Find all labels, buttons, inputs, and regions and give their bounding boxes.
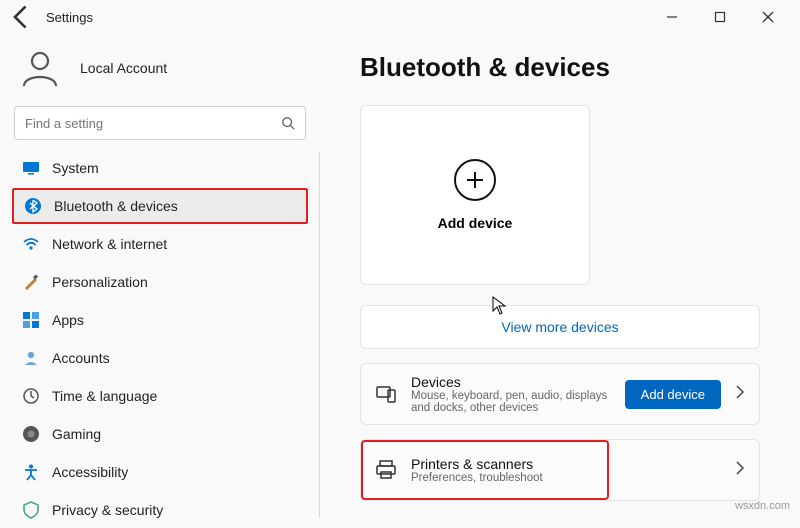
clock-globe-icon bbox=[22, 387, 40, 405]
printer-icon bbox=[375, 459, 397, 481]
bluetooth-icon bbox=[24, 197, 42, 215]
wifi-icon bbox=[22, 235, 40, 253]
sidebar-item-label: Personalization bbox=[52, 274, 148, 290]
add-device-button[interactable]: Add device bbox=[625, 380, 721, 409]
search-input-wrap[interactable] bbox=[14, 106, 306, 140]
close-icon bbox=[762, 11, 774, 23]
avatar-icon bbox=[18, 46, 62, 90]
sidebar-item-privacy-security[interactable]: Privacy & security bbox=[12, 492, 308, 528]
sidebar-item-apps[interactable]: Apps bbox=[12, 302, 308, 338]
watermark: wsxdn.com bbox=[735, 500, 790, 512]
nav: System Bluetooth & devices Network & int… bbox=[12, 150, 308, 528]
arrow-left-icon bbox=[8, 3, 36, 31]
sidebar-item-label: Accounts bbox=[52, 350, 110, 366]
sidebar-item-network[interactable]: Network & internet bbox=[12, 226, 308, 262]
main-pane: Bluetooth & devices Add device View more… bbox=[320, 34, 800, 518]
sidebar-item-label: Bluetooth & devices bbox=[54, 198, 178, 214]
row-title: Devices bbox=[411, 374, 611, 390]
row-printers-scanners[interactable]: Printers & scanners Preferences, trouble… bbox=[360, 439, 760, 501]
view-more-devices-button[interactable]: View more devices bbox=[360, 305, 760, 349]
sidebar-item-bluetooth-devices[interactable]: Bluetooth & devices bbox=[12, 188, 308, 224]
sidebar-item-label: Network & internet bbox=[52, 236, 167, 252]
sidebar-item-label: Gaming bbox=[52, 426, 101, 442]
sidebar-item-accounts[interactable]: Accounts bbox=[12, 340, 308, 376]
plus-circle-icon bbox=[454, 159, 496, 201]
sidebar-item-label: Apps bbox=[52, 312, 84, 328]
minimize-icon bbox=[666, 11, 678, 23]
apps-icon bbox=[22, 311, 40, 329]
chevron-right-icon bbox=[735, 385, 745, 404]
sidebar-item-personalization[interactable]: Personalization bbox=[12, 264, 308, 300]
row-subtitle: Preferences, troubleshoot bbox=[411, 472, 721, 484]
page-title: Bluetooth & devices bbox=[360, 52, 760, 83]
row-devices[interactable]: Devices Mouse, keyboard, pen, audio, dis… bbox=[360, 363, 760, 425]
account-block[interactable]: Local Account bbox=[12, 38, 308, 104]
add-device-card[interactable]: Add device bbox=[360, 105, 590, 285]
sidebar-item-label: Time & language bbox=[52, 388, 157, 404]
shield-icon bbox=[22, 501, 40, 519]
close-button[interactable] bbox=[744, 0, 792, 34]
row-subtitle: Mouse, keyboard, pen, audio, displays an… bbox=[411, 390, 611, 414]
sidebar-item-time-language[interactable]: Time & language bbox=[12, 378, 308, 414]
sidebar-item-system[interactable]: System bbox=[12, 150, 308, 186]
sidebar-item-label: Accessibility bbox=[52, 464, 128, 480]
minimize-button[interactable] bbox=[648, 0, 696, 34]
cursor-icon bbox=[492, 296, 508, 321]
account-name: Local Account bbox=[80, 60, 167, 76]
row-title: Printers & scanners bbox=[411, 456, 721, 472]
titlebar: Settings bbox=[0, 0, 800, 34]
view-more-label: View more devices bbox=[501, 319, 618, 335]
sidebar-item-label: System bbox=[52, 160, 99, 176]
gaming-icon bbox=[22, 425, 40, 443]
devices-icon bbox=[375, 383, 397, 405]
back-button[interactable] bbox=[8, 3, 36, 31]
accessibility-icon bbox=[22, 463, 40, 481]
chevron-right-icon bbox=[735, 461, 745, 480]
search-icon bbox=[281, 116, 295, 130]
sidebar: Local Account System Bluetooth & devices bbox=[0, 34, 320, 518]
maximize-button[interactable] bbox=[696, 0, 744, 34]
person-icon bbox=[22, 349, 40, 367]
add-device-label: Add device bbox=[438, 215, 513, 231]
sidebar-item-accessibility[interactable]: Accessibility bbox=[12, 454, 308, 490]
sidebar-item-gaming[interactable]: Gaming bbox=[12, 416, 308, 452]
window-title: Settings bbox=[46, 10, 93, 25]
system-icon bbox=[22, 159, 40, 177]
brush-icon bbox=[22, 273, 40, 291]
search-input[interactable] bbox=[25, 116, 281, 131]
sidebar-item-label: Privacy & security bbox=[52, 502, 163, 518]
maximize-icon bbox=[714, 11, 726, 23]
